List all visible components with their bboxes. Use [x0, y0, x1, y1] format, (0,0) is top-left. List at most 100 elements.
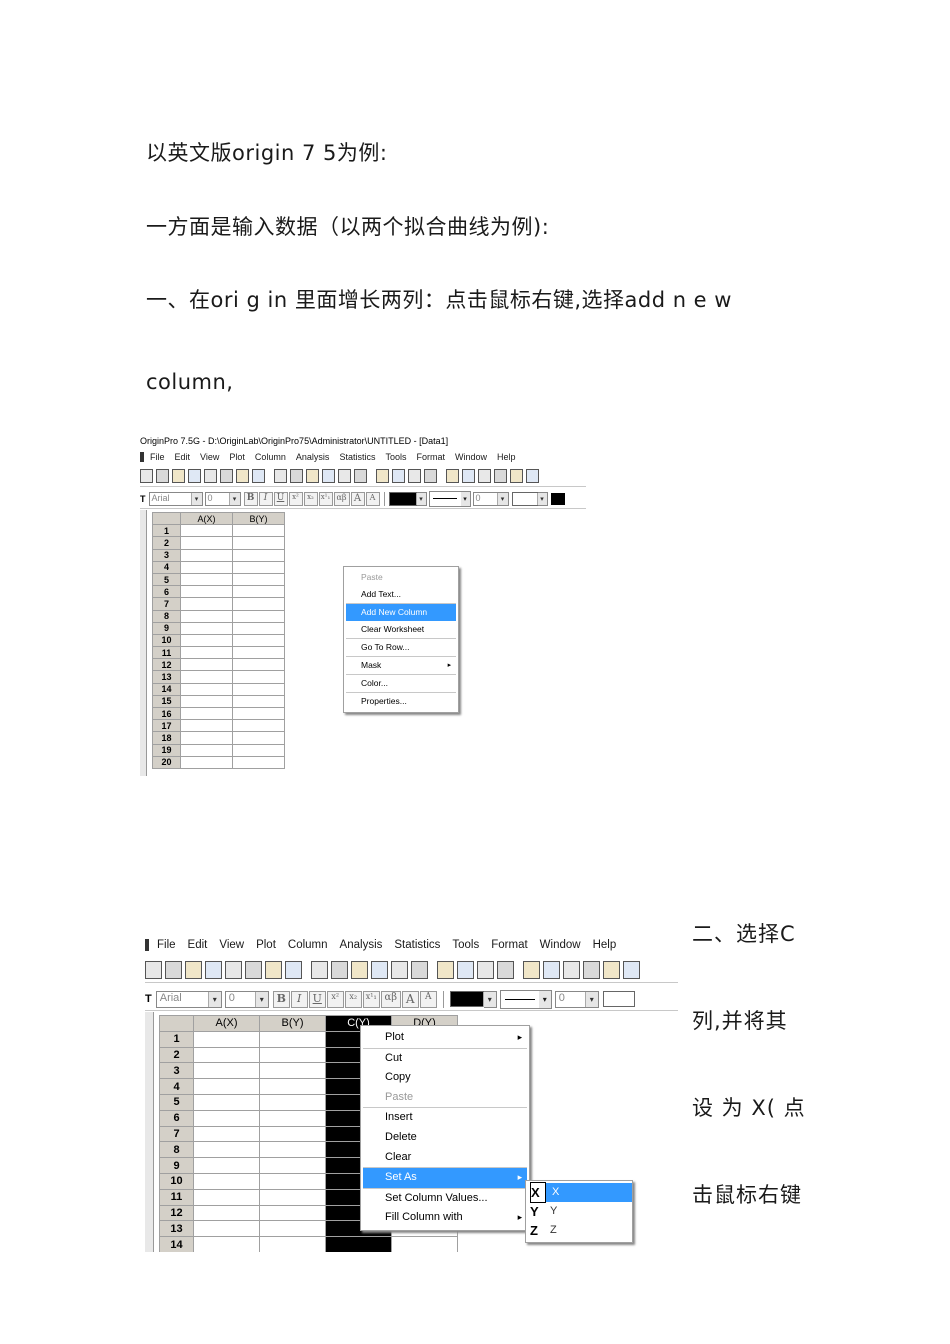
underline-button[interactable]: U	[273, 492, 288, 506]
toolbar-button-icon[interactable]	[526, 469, 539, 483]
menu-item-set-column-values[interactable]: Set Column Values...	[363, 1187, 527, 1209]
menu-item-add-new-column[interactable]: Add New Column	[346, 603, 456, 621]
menu-item-color[interactable]: Color...	[346, 674, 456, 692]
toolbar-button-icon[interactable]	[497, 961, 514, 979]
greek-button[interactable]: αβ	[333, 492, 350, 506]
menu-item-go-to-row[interactable]: Go To Row...	[346, 638, 456, 656]
toolbar-button-icon[interactable]	[411, 961, 428, 979]
fill-swatch[interactable]	[602, 991, 635, 1007]
row-header[interactable]: 14	[159, 1236, 194, 1252]
worksheet-cell[interactable]	[193, 1109, 260, 1127]
row-header[interactable]: 16	[152, 706, 181, 721]
menu-edit[interactable]: Edit	[188, 939, 208, 951]
worksheet-cell[interactable]	[193, 1078, 260, 1095]
row-header[interactable]: 19	[152, 743, 181, 757]
font-select[interactable]: Arial ▾	[148, 492, 203, 506]
worksheet-cell[interactable]	[259, 1062, 326, 1080]
column-header[interactable]: A(X)	[180, 511, 233, 526]
worksheet-cell[interactable]	[180, 560, 233, 574]
toolbar-button-icon[interactable]	[478, 469, 491, 483]
toolbar-button-icon[interactable]	[494, 469, 507, 483]
worksheet-cell[interactable]	[232, 743, 285, 757]
menu-view[interactable]: View	[200, 452, 219, 462]
toolbar-button-icon[interactable]	[145, 961, 162, 979]
row-header[interactable]: 8	[152, 609, 181, 623]
menu-item-delete[interactable]: Delete	[363, 1128, 527, 1148]
bold-button[interactable]: B	[272, 990, 290, 1008]
worksheet-cell[interactable]	[232, 585, 285, 599]
color-dropdown[interactable]: ▾	[482, 990, 497, 1008]
menu-plot[interactable]: Plot	[229, 452, 245, 462]
worksheet-cell[interactable]	[259, 1078, 326, 1095]
worksheet-cell[interactable]	[180, 585, 233, 599]
worksheet-cell[interactable]	[232, 755, 285, 769]
worksheet-cell[interactable]	[180, 658, 233, 672]
line-width-select[interactable]: 0 ▾	[472, 492, 509, 506]
toolbar-button-icon[interactable]	[245, 961, 262, 979]
font-size-select[interactable]: 0 ▾	[224, 990, 269, 1008]
row-header[interactable]: 3	[159, 1062, 194, 1080]
menu-item-clear-worksheet[interactable]: Clear Worksheet	[346, 621, 456, 638]
subscript-button[interactable]: x₂	[344, 990, 362, 1008]
toolbar-button-icon[interactable]	[392, 469, 405, 483]
color-dropdown[interactable]: ▾	[415, 492, 427, 506]
row-header[interactable]: 6	[159, 1109, 194, 1127]
menu-plot[interactable]: Plot	[256, 939, 276, 951]
toolbar-button-icon[interactable]	[322, 469, 335, 483]
increase-font-button[interactable]: A	[350, 492, 365, 506]
column-header[interactable]: A(X)	[193, 1015, 260, 1032]
decrease-font-button[interactable]: A	[365, 492, 380, 506]
superscript-button[interactable]: x²	[326, 990, 344, 1008]
row-header[interactable]: 12	[152, 658, 181, 672]
worksheet-cell[interactable]	[259, 1157, 326, 1174]
toolbar-button-icon[interactable]	[543, 961, 560, 979]
menu-item-clear[interactable]: Clear	[363, 1148, 527, 1168]
set-as-item-z[interactable]: ZZ	[526, 1221, 632, 1240]
worksheet-cell[interactable]	[259, 1125, 326, 1143]
worksheet-cell[interactable]	[232, 524, 285, 538]
menu-item-paste[interactable]: Paste	[346, 569, 456, 586]
toolbar-button-icon[interactable]	[252, 469, 265, 483]
menu-column[interactable]: Column	[255, 452, 286, 462]
row-header[interactable]: 1	[152, 524, 181, 538]
worksheet-cell[interactable]	[232, 609, 285, 623]
toolbar-button-icon[interactable]	[156, 469, 169, 483]
menu-format[interactable]: Format	[491, 939, 527, 951]
row-header[interactable]: 13	[152, 670, 181, 684]
menu-column[interactable]: Column	[288, 939, 328, 951]
corner-cell[interactable]	[152, 511, 181, 526]
worksheet-cell[interactable]	[232, 719, 285, 733]
toolbar-button-icon[interactable]	[205, 961, 222, 979]
set-as-item-y[interactable]: YY	[526, 1202, 632, 1221]
worksheet-cell[interactable]	[180, 731, 233, 745]
row-header[interactable]: 10	[152, 633, 181, 648]
worksheet-cell[interactable]	[232, 670, 285, 684]
menu-item-fill-column-with[interactable]: Fill Column with ▸	[363, 1208, 527, 1228]
worksheet-cell[interactable]	[232, 706, 285, 721]
fill-swatch[interactable]	[511, 492, 538, 506]
worksheet-cell[interactable]	[193, 1236, 260, 1252]
toolbar-button-icon[interactable]	[311, 961, 328, 979]
menu-view[interactable]: View	[219, 939, 244, 951]
toolbar-button-icon[interactable]	[185, 961, 202, 979]
row-header[interactable]: 2	[159, 1046, 194, 1064]
toolbar-button-icon[interactable]	[437, 961, 454, 979]
worksheet-cell[interactable]	[193, 1093, 260, 1111]
worksheet-cell[interactable]	[232, 646, 285, 660]
worksheet-cell[interactable]	[180, 682, 233, 696]
decrease-font-button[interactable]: A	[419, 990, 437, 1008]
worksheet-cell[interactable]	[180, 597, 233, 611]
italic-button[interactable]: I	[258, 492, 273, 506]
corner-cell[interactable]	[159, 1015, 194, 1032]
row-header[interactable]: 18	[152, 731, 181, 745]
worksheet-cell[interactable]	[180, 743, 233, 757]
toolbar-button-icon[interactable]	[236, 469, 249, 483]
worksheet-cell[interactable]	[232, 633, 285, 648]
worksheet-cell[interactable]	[180, 572, 233, 587]
worksheet-cell[interactable]	[193, 1030, 260, 1048]
worksheet-cell[interactable]	[259, 1093, 326, 1111]
menu-item-cut[interactable]: Cut	[363, 1047, 527, 1069]
toolbar-button-icon[interactable]	[477, 961, 494, 979]
worksheet-cell[interactable]	[180, 609, 233, 623]
supsub-button[interactable]: x¹₁	[318, 492, 333, 506]
